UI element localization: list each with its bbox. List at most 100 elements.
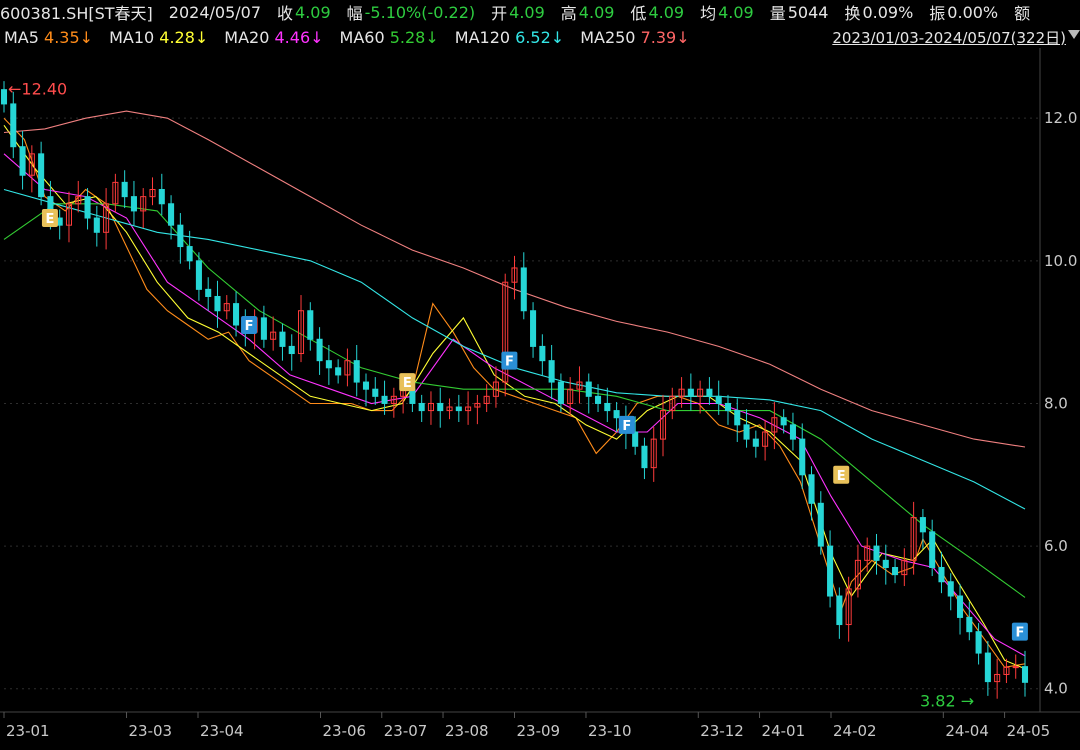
candle-body [938,566,945,583]
event-markers: E F E F F E F [41,209,1028,641]
candle-body [186,246,193,262]
ma5-legend[interactable]: MA5 4.35↓ [4,28,93,47]
event-marker-label: E [837,469,846,484]
open-label: 开 [491,4,508,23]
close-label: 收 [277,4,294,23]
candle-body [873,545,880,561]
y-tick-label: 4.0 [1044,680,1068,698]
x-tick-label: 23-09 [517,722,561,740]
candle-body [19,146,26,176]
ma60-label: MA60 [339,27,385,47]
candle-body [353,360,360,383]
candle-body [632,431,639,447]
ma-line-ma10 [3,124,1026,670]
x-tick-label: 23-07 [384,722,428,740]
ma250-label: MA250 [580,27,636,47]
candle-body [548,360,555,383]
ma10-value: 4.28↓ [159,27,209,47]
candle-body [38,153,45,198]
candle-body [214,295,221,312]
ma20-legend[interactable]: MA20 4.46↓ [224,28,323,47]
change-value: -5.10%(-0.22) [364,2,476,22]
x-tick-label: 24-01 [762,722,806,740]
candle-body [827,545,834,597]
y-tick-label: 10.0 [1044,252,1077,270]
x-tick-label: 24-04 [945,722,989,740]
candle-body [929,531,936,568]
candle-body [539,345,546,362]
x-tick-label: 24-05 [1007,722,1051,740]
candle-body [947,581,954,597]
candle-body [335,367,342,376]
candle-body [734,410,741,426]
event-marker-label: F [622,419,631,434]
close-value: 4.09 [295,2,331,22]
kline-chart[interactable]: E F E F F E F 12.0 10.0 8.0 6.0 4.0 23-01 23-03 23-04… [0,48,1080,750]
change-label: 幅 [346,4,363,23]
candle-body [288,345,295,355]
candle-body [233,303,240,326]
candle-body [836,595,843,626]
ma250-legend[interactable]: MA250 7.39↓ [580,28,689,47]
candle-body [882,559,889,568]
candle-body [168,203,175,226]
candle-body [10,103,17,148]
x-tick-label: 23-04 [200,722,244,740]
stock-symbol[interactable]: 600381.SH[ST春天] [0,0,153,24]
candle-body [93,217,100,233]
x-tick-label: 23-10 [588,722,632,740]
max-price-label: ←12.40 [8,80,67,99]
event-marker-label: E [403,376,412,391]
x-tick-label: 23-01 [6,722,50,740]
ma5-value: 4.35↓ [44,27,94,47]
candle-body [195,260,202,290]
candle-body [966,616,973,633]
candle-body [84,196,91,219]
candle-body [975,631,982,654]
candle-body [520,267,527,312]
amplitude-label: 振 [929,4,946,23]
candle-body [530,310,537,347]
ma-line-ma5 [3,117,1026,668]
candle-body [372,388,379,397]
ma-line-ma120 [3,188,1026,510]
candle-body [706,388,713,397]
candle-body [641,445,648,469]
chevron-down-icon[interactable] [1068,30,1080,39]
ma120-label: MA120 [454,27,511,47]
candles [0,81,1029,699]
candle-body [316,338,323,362]
candle-body [409,388,416,404]
candle-body [743,424,750,440]
ma5-label: MA5 [4,27,39,47]
event-marker-label: F [1015,626,1024,641]
ma60-legend[interactable]: MA60 5.28↓ [340,28,439,47]
candle-body [121,181,128,198]
y-tick-label: 8.0 [1044,394,1068,412]
ma60-value: 5.28↓ [389,27,439,47]
x-tick-label: 23-12 [700,722,744,740]
low-label: 低 [630,4,647,23]
quote-date: 2024/05/07 [168,2,261,22]
candle-body [984,652,991,683]
candle-body [808,474,815,504]
event-marker-label: E [45,212,54,227]
ma120-legend[interactable]: MA120 6.52↓ [455,28,564,47]
candle-body [177,224,184,248]
candle-body [1012,666,1019,669]
ma20-label: MA20 [224,27,270,47]
candle-body [130,196,137,212]
candle-body [279,331,286,347]
candle-body [687,388,694,397]
candle-body [0,89,8,105]
candle-body [362,381,370,390]
candle-body [1021,666,1029,683]
y-tick-label: 12.0 [1044,109,1077,127]
date-range-selector[interactable]: 2023/01/03-2024/05/07(322日) [832,27,1066,48]
ma250-value: 7.39↓ [640,27,690,47]
volume-label: 量 [769,4,786,23]
candle-body [595,395,602,404]
amount-label: 额 [1014,4,1031,23]
candle-body [604,402,611,412]
ma10-legend[interactable]: MA10 4.28↓ [109,28,208,47]
